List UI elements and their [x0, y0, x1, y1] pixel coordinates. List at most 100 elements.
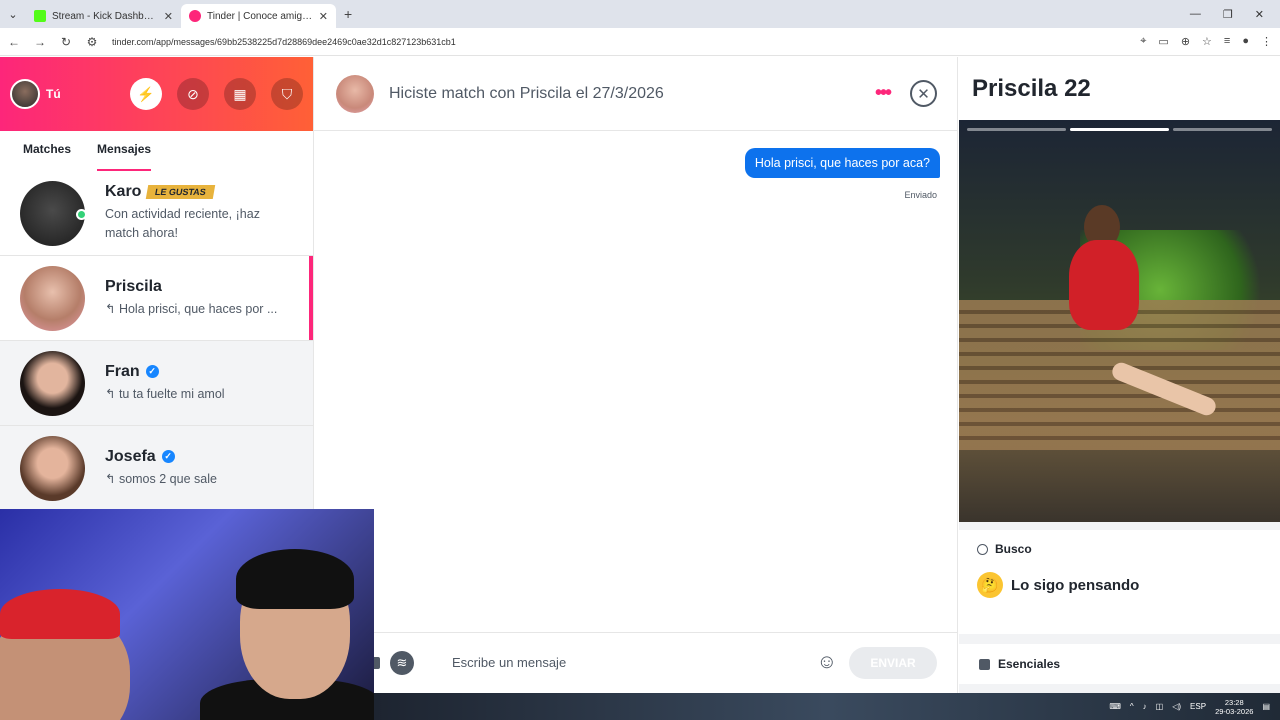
sent-message-bubble: Hola prisci, que haces por aca? — [744, 148, 940, 178]
restore-icon[interactable]: ❐ — [1223, 8, 1233, 21]
minimize-icon[interactable]: — — [1190, 8, 1201, 21]
likes-you-badge: LE GUSTAS — [146, 185, 216, 200]
os-taskbar: ⌨ ^ ♪ ◫ ◁) ESP 23:28 29-03-2026 ▤ — [374, 693, 1280, 720]
tab-tinder[interactable]: Tinder | Conoce amigos y gente ✕ — [181, 4, 336, 28]
tab-label: Stream - Kick Dashboard — [52, 10, 158, 22]
message-status: Enviado — [904, 190, 937, 200]
webcam-overlay — [0, 509, 374, 720]
send-button[interactable]: ENVIAR — [849, 646, 937, 679]
profile-panel: Priscila 22 Busco 🤔 Lo sigo pensando Ese… — [959, 57, 1280, 720]
bookmark-star-icon[interactable]: ☆ — [1202, 35, 1212, 48]
address-bar: ← → ↻ ⚙ tinder.com/app/messages/69bb2538… — [0, 28, 1280, 56]
input-language[interactable]: ESP — [1190, 702, 1206, 711]
location-icon[interactable]: ⌖ — [1140, 35, 1146, 48]
conversation-item-fran[interactable]: Fran ✓ ↰ tu ta fuelte mi amol — [0, 341, 313, 426]
explore-compass-icon[interactable]: ⊘ — [177, 78, 209, 110]
clock-time: 23:28 — [1224, 697, 1244, 707]
match-avatar[interactable] — [336, 74, 374, 113]
profile-name-age: Priscila 22 — [972, 74, 1091, 102]
close-window-icon[interactable]: ✕ — [1255, 8, 1264, 21]
contact-name: Josefa — [105, 447, 156, 465]
menu-icon[interactable]: ⋮ — [1261, 35, 1272, 48]
photo-indicator[interactable] — [1070, 128, 1169, 131]
site-info-icon[interactable]: ⚙ — [86, 35, 98, 49]
extensions-icon[interactable]: ≡ — [1224, 35, 1230, 48]
safety-shield-icon[interactable]: ⛉ — [271, 78, 303, 110]
mic-icon[interactable]: ♪ — [1143, 702, 1147, 711]
tab-label: Tinder | Conoce amigos y gente — [207, 10, 313, 22]
avatar — [20, 180, 87, 246]
photo-indicator[interactable] — [1173, 128, 1272, 131]
last-message: ↰ tu ta fuelte mi amol — [105, 386, 225, 401]
network-icon[interactable]: ◫ — [1156, 702, 1164, 711]
boost-icon[interactable]: ⚡ — [130, 78, 162, 110]
looking-for-card: Busco 🤔 Lo sigo pensando — [959, 530, 1280, 634]
conversation-item-karo[interactable]: Karo LE GUSTAS Con actividad reciente, ¡… — [0, 171, 313, 256]
streamer-hair — [236, 549, 354, 609]
my-avatar[interactable] — [10, 79, 40, 109]
id-card-icon — [979, 658, 990, 670]
notifications-icon[interactable]: ▤ — [1262, 702, 1270, 711]
sidebar-tabs: Matches Mensajes — [0, 131, 313, 171]
tab-close-icon[interactable]: ✕ — [164, 10, 173, 23]
clock[interactable]: 23:28 29-03-2026 — [1215, 698, 1253, 716]
more-options-icon[interactable]: ••• — [875, 82, 892, 105]
photo-indicator[interactable] — [967, 128, 1066, 131]
avatar — [20, 350, 85, 416]
kick-favicon-icon — [34, 10, 46, 22]
message-input[interactable]: Escribe un mensaje — [452, 655, 817, 670]
verified-check-icon: ✓ — [161, 450, 175, 464]
browser-tab-bar: ⌄ Stream - Kick Dashboard ✕ Tinder | Con… — [0, 0, 1280, 28]
photo-progress-bars — [967, 128, 1272, 131]
chat-header: Hiciste match con Priscila el 27/3/2026 … — [314, 57, 957, 131]
zoom-icon[interactable]: ⊕ — [1181, 35, 1190, 48]
conversation-item-josefa[interactable]: Josefa ✓ ↰ somos 2 que sale — [0, 426, 313, 511]
essentials-card: Esenciales — [959, 644, 1280, 684]
last-message: Con actividad reciente, ¡haz match ahora… — [105, 207, 260, 240]
profile-photo[interactable] — [959, 120, 1280, 522]
briefcase-icon[interactable]: ▦ — [224, 78, 256, 110]
window-controls: — ❐ ✕ — [1190, 8, 1280, 21]
photo-red-dress — [1069, 240, 1139, 330]
red-cap — [0, 589, 120, 639]
chat-panel: Hiciste match con Priscila el 27/3/2026 … — [313, 57, 958, 720]
tray-chevron-icon[interactable]: ^ — [1130, 702, 1134, 711]
close-chat-icon[interactable]: ✕ — [910, 80, 937, 107]
forward-icon[interactable]: → — [34, 35, 46, 49]
profile-icon[interactable]: ● — [1242, 35, 1249, 48]
last-message: ↰ Hola prisci, que haces por ... — [105, 301, 278, 316]
header-buttons: ⚡ ⊘ ▦ ⛉ — [130, 78, 303, 110]
keyboard-icon[interactable]: ⌨ — [1109, 702, 1121, 711]
contact-name: Karo — [105, 183, 142, 201]
looking-for-label: Busco — [995, 542, 1032, 556]
reload-icon[interactable]: ↻ — [60, 35, 72, 49]
profile-header: Priscila 22 — [959, 57, 1280, 120]
emoji-icon[interactable]: ☺ — [817, 651, 837, 674]
address-actions: ⌖ ▭ ⊕ ☆ ≡ ● ⋮ — [1140, 35, 1272, 48]
volume-icon[interactable]: ◁) — [1172, 702, 1181, 711]
contact-name: Priscila — [105, 277, 162, 295]
new-tab-icon[interactable]: + — [336, 6, 360, 22]
contact-name: Fran — [105, 362, 140, 380]
match-date-text: Hiciste match con Priscila el 27/3/2026 — [389, 84, 664, 102]
message-composer: ≋ Escribe un mensaje ☺ ENVIAR — [314, 632, 957, 692]
my-profile-label[interactable]: Tú — [46, 87, 61, 101]
back-icon[interactable]: ← — [8, 35, 20, 49]
online-indicator — [76, 208, 87, 220]
tab-matches[interactable]: Matches — [23, 142, 71, 171]
cast-icon[interactable]: ▭ — [1158, 35, 1168, 48]
essentials-label: Esenciales — [998, 657, 1061, 671]
tab-messages[interactable]: Mensajes — [97, 142, 152, 171]
spotify-icon[interactable]: ≋ — [390, 650, 414, 675]
looking-for-value: Lo sigo pensando — [1011, 576, 1140, 594]
avatar — [20, 435, 85, 501]
last-message: ↰ somos 2 que sale — [105, 471, 217, 486]
tab-close-icon[interactable]: ✕ — [319, 10, 328, 23]
tab-kick[interactable]: Stream - Kick Dashboard ✕ — [26, 4, 181, 28]
tab-search-icon[interactable]: ⌄ — [0, 8, 26, 21]
url-field[interactable]: tinder.com/app/messages/69bb2538225d7d28… — [112, 37, 1126, 47]
clock-date: 29-03-2026 — [1215, 706, 1254, 716]
thinking-face-icon: 🤔 — [977, 572, 1003, 598]
conversation-item-priscila[interactable]: Priscila ↰ Hola prisci, que haces por ..… — [0, 256, 313, 341]
sidebar-header: Tú ⚡ ⊘ ▦ ⛉ — [0, 57, 313, 131]
